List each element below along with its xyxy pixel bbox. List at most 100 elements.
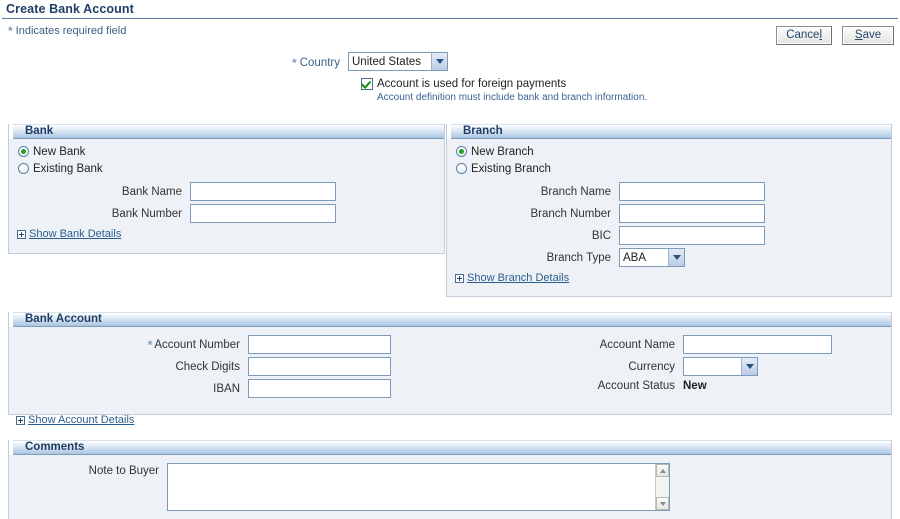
new-bank-radio[interactable] — [18, 146, 29, 157]
check-digits-label: Check Digits — [175, 360, 240, 373]
branch-radio-new[interactable]: New Branch — [447, 143, 891, 160]
save-button[interactable]: Save — [842, 26, 894, 45]
account-name-input[interactable] — [683, 335, 832, 354]
check-digits-row: Check Digits — [9, 357, 447, 376]
branch-type-select[interactable]: ABA — [619, 248, 685, 267]
branch-panel: Branch New Branch Existing Branch Branch… — [446, 124, 892, 297]
check-digits-input[interactable] — [248, 357, 391, 376]
expand-plus-icon[interactable] — [455, 273, 464, 283]
account-name-label: Account Name — [599, 338, 675, 351]
new-branch-radio[interactable] — [456, 146, 467, 157]
bank-account-left-column: * Account Number Check Digits IBAN — [9, 331, 447, 398]
currency-row: Currency — [447, 357, 887, 376]
cancel-button[interactable]: Cancel — [776, 26, 832, 45]
branch-type-row: Branch Type ABA — [447, 248, 891, 267]
comments-section-title: Comments — [25, 441, 85, 453]
note-to-buyer-label: Note to Buyer — [88, 465, 159, 477]
account-name-row: Account Name — [447, 335, 887, 354]
scroll-up-icon[interactable] — [656, 464, 669, 477]
required-legend-text: Indicates required field — [15, 25, 127, 37]
existing-branch-label: Existing Branch — [471, 162, 551, 175]
show-account-details-link[interactable]: Show Account Details — [28, 414, 134, 426]
page-header: Create Bank Account * Indicates required … — [0, 0, 900, 38]
currency-select[interactable] — [683, 357, 758, 376]
account-status-row: Account Status New — [447, 380, 887, 392]
branch-number-label: Branch Number — [530, 207, 611, 220]
branch-type-value: ABA — [623, 251, 647, 264]
required-field-legend: * Indicates required field — [0, 19, 900, 38]
foreign-payments-hint: Account definition must include bank and… — [377, 92, 648, 103]
show-bank-details-link[interactable]: Show Bank Details — [29, 228, 121, 240]
existing-bank-label: Existing Bank — [33, 162, 103, 175]
bank-panel-body: New Bank Existing Bank Bank Name Bank Nu… — [9, 139, 444, 240]
branch-radio-existing[interactable]: Existing Branch — [447, 160, 891, 177]
bank-account-panel: Bank Account * Account Number Check Digit… — [8, 312, 892, 415]
bic-row: BIC — [447, 226, 891, 245]
bank-panel-header: Bank — [9, 124, 444, 139]
foreign-payments-block: Account is used for foreign payments Acc… — [361, 78, 647, 103]
country-label-text: Country — [299, 57, 340, 69]
branch-name-input[interactable] — [619, 182, 765, 201]
textarea-scrollbar[interactable] — [655, 464, 669, 510]
country-select[interactable]: United States — [348, 52, 448, 71]
bank-radio-new[interactable]: New Bank — [9, 143, 444, 160]
new-branch-label: New Branch — [471, 145, 534, 158]
foreign-payments-checkbox[interactable] — [361, 78, 373, 90]
account-number-required-icon: * — [147, 337, 153, 352]
new-bank-label: New Bank — [33, 145, 86, 158]
cancel-accelerator: l — [819, 29, 822, 41]
country-required-icon: * — [292, 56, 297, 70]
required-asterisk-icon: * — [8, 24, 13, 38]
comments-panel-body: Note to Buyer — [9, 455, 891, 511]
bank-name-input[interactable] — [190, 182, 336, 201]
bank-name-label: Bank Name — [121, 185, 182, 198]
bank-name-row: Bank Name — [9, 182, 444, 201]
bank-section-title: Bank — [25, 125, 54, 137]
branch-panel-body: New Branch Existing Branch Branch Name B… — [447, 139, 891, 284]
country-row: * Country United States — [0, 52, 900, 71]
country-label: * Country — [0, 52, 348, 70]
chevron-down-icon — [431, 53, 447, 70]
bank-radio-existing[interactable]: Existing Bank — [9, 160, 444, 177]
page-title: Create Bank Account — [6, 2, 134, 16]
bank-number-label: Bank Number — [111, 207, 182, 220]
currency-label: Currency — [628, 360, 675, 373]
bank-number-row: Bank Number — [9, 204, 444, 223]
country-select-value: United States — [352, 55, 422, 68]
branch-section-title: Branch — [463, 125, 503, 137]
bic-input[interactable] — [619, 226, 765, 245]
bank-number-input[interactable] — [190, 204, 336, 223]
save-label-post: ave — [862, 29, 882, 41]
branch-number-input[interactable] — [619, 204, 765, 223]
account-number-label-text: Account Number — [154, 338, 240, 351]
branch-panel-header: Branch — [447, 124, 891, 139]
bank-account-panel-header: Bank Account — [9, 312, 891, 327]
action-button-bar: Cancel Save — [776, 26, 894, 45]
account-status-label: Account Status — [597, 380, 675, 392]
expand-plus-icon[interactable] — [16, 415, 25, 425]
note-to-buyer-row: Note to Buyer — [9, 463, 891, 511]
account-number-row: * Account Number — [9, 335, 447, 354]
note-to-buyer-textarea[interactable] — [167, 463, 670, 511]
account-status-value: New — [683, 380, 707, 392]
bank-account-section-title: Bank Account — [25, 313, 102, 325]
existing-branch-radio[interactable] — [456, 163, 467, 174]
branch-name-label: Branch Name — [540, 185, 611, 198]
chevron-down-icon — [741, 358, 757, 375]
bank-account-right-column: Account Name Currency Account Status New — [447, 331, 887, 398]
cancel-label-pre: Cance — [786, 29, 820, 41]
show-branch-details[interactable]: Show Branch Details — [447, 272, 891, 284]
show-bank-details[interactable]: Show Bank Details — [9, 228, 444, 240]
expand-plus-icon[interactable] — [17, 229, 26, 239]
show-branch-details-link[interactable]: Show Branch Details — [467, 272, 569, 284]
show-account-details[interactable]: Show Account Details — [8, 414, 134, 426]
bic-label: BIC — [591, 229, 611, 242]
account-number-input[interactable] — [248, 335, 391, 354]
scroll-down-icon[interactable] — [656, 497, 669, 510]
iban-row: IBAN — [9, 379, 447, 398]
foreign-payments-label: Account is used for foreign payments — [377, 78, 567, 90]
existing-bank-radio[interactable] — [18, 163, 29, 174]
comments-panel-header: Comments — [9, 440, 891, 455]
bank-panel: Bank New Bank Existing Bank Bank Name Ba… — [8, 124, 445, 254]
iban-input[interactable] — [248, 379, 391, 398]
